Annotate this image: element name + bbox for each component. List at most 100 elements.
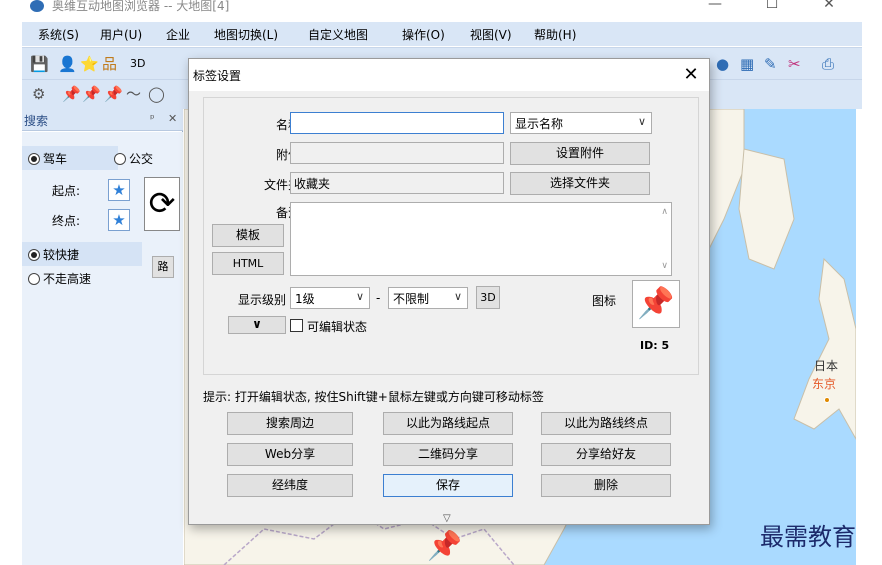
- route-nohighway-radio[interactable]: 不走高速: [28, 270, 91, 287]
- scroll-up-icon[interactable]: ∧: [661, 207, 668, 217]
- edit-pen-icon[interactable]: ✎: [764, 56, 777, 72]
- editable-label: 可编辑状态: [307, 320, 368, 334]
- coordinates-button[interactable]: 经纬度: [227, 474, 353, 497]
- building-icon[interactable]: 品: [102, 56, 117, 72]
- menu-custom-map[interactable]: 自定义地图: [308, 26, 368, 43]
- menu-map-switch[interactable]: 地图切换(L): [214, 26, 278, 43]
- menu-enterprise[interactable]: 企业: [166, 26, 190, 43]
- korea-shape: [738, 148, 795, 270]
- mode-bus-radio[interactable]: 公交: [114, 150, 153, 167]
- radio-unchecked-icon: [28, 273, 40, 285]
- minimize-button[interactable]: —: [700, 0, 730, 16]
- choose-folder-button[interactable]: 选择文件夹: [510, 172, 650, 195]
- radio-checked-icon: [28, 249, 40, 261]
- app-title: 奥维互动地图浏览器 -- 大地图[4]: [52, 0, 230, 13]
- chevron-down-icon: ∨: [453, 290, 462, 303]
- swap-route-button[interactable]: ⟳: [144, 177, 180, 231]
- label-settings-group: 名称 显示名称 ∨ 附件 设置附件 文件夹 收藏夹 选择文件夹 备注 模板 HTM…: [203, 97, 699, 375]
- app-titlebar: 奥维互动地图浏览器 -- 大地图[4] — ☐ ✕: [0, 0, 882, 18]
- user-icon[interactable]: 👤: [58, 56, 77, 72]
- 3d-button[interactable]: 3D: [476, 286, 500, 309]
- panel-close-icon[interactable]: ✕: [168, 112, 177, 125]
- id-text: ID: 5: [640, 339, 670, 352]
- radio-unchecked-icon: [114, 153, 126, 165]
- dialog-close-button[interactable]: ✕: [679, 63, 703, 87]
- route-fast-label: 较快捷: [43, 248, 80, 262]
- note-textarea[interactable]: ∧ ∨: [290, 202, 672, 276]
- delete-button[interactable]: 删除: [541, 474, 671, 497]
- pin-yellow-icon[interactable]: 📌: [62, 86, 81, 102]
- more-options-button[interactable]: ∨: [228, 316, 286, 334]
- label-settings-dialog: 标签设置 ✕ 名称 显示名称 ∨ 附件 设置附件 文件夹 收藏夹 选择文件夹 备注…: [188, 58, 710, 525]
- circle-icon[interactable]: ◯: [148, 86, 165, 102]
- globe-icon[interactable]: ●: [716, 56, 729, 72]
- print-icon[interactable]: ⎙: [822, 56, 834, 72]
- favorite-star-icon[interactable]: ⭐: [80, 56, 99, 72]
- menu-view[interactable]: 视图(V): [470, 26, 512, 43]
- attachment-input[interactable]: [290, 142, 504, 164]
- display-mode-select[interactable]: 显示名称 ∨: [510, 112, 652, 134]
- display-mode-value: 显示名称: [515, 117, 564, 131]
- qrcode-share-button[interactable]: 二维码分享: [383, 443, 513, 466]
- search-panel-header: 搜索 ᵖ ✕: [22, 109, 183, 131]
- settings-gear-icon[interactable]: ⚙: [32, 86, 45, 102]
- level-from-value: 1级: [295, 292, 315, 306]
- template-button[interactable]: 模板: [212, 224, 284, 247]
- polyline-icon[interactable]: 〜: [126, 86, 141, 102]
- save-button[interactable]: 保存: [383, 474, 513, 497]
- tip-text: 提示: 打开编辑状态, 按住Shift键+鼠标左键或方向键可移动标签: [203, 390, 544, 404]
- save-icon[interactable]: 💾: [30, 56, 49, 72]
- menu-system[interactable]: 系统(S): [38, 26, 79, 43]
- japan-shape: [793, 257, 856, 441]
- menu-operate[interactable]: 操作(O): [402, 26, 445, 43]
- end-label: 终点:: [52, 214, 81, 228]
- search-panel: 搜索 ᵖ ✕ 驾车 公交 起点: ★ 终点: ★ ⟳ 较快捷 不走高速 路: [22, 109, 183, 565]
- set-route-start-button[interactable]: 以此为路线起点: [383, 412, 513, 435]
- icon-picker[interactable]: 📌: [632, 280, 680, 328]
- start-point-star-button[interactable]: ★: [108, 179, 130, 201]
- name-input[interactable]: [290, 112, 504, 134]
- level-to-select[interactable]: 不限制 ∨: [388, 287, 468, 309]
- close-window-button[interactable]: ✕: [814, 0, 844, 16]
- radio-checked-icon: [28, 153, 40, 165]
- set-route-end-button[interactable]: 以此为路线终点: [541, 412, 671, 435]
- html-button[interactable]: HTML: [212, 252, 284, 275]
- mode-drive-radio[interactable]: 驾车: [28, 150, 67, 167]
- scroll-down-icon[interactable]: ∨: [661, 261, 668, 271]
- watermark-text: 最需教育: [760, 523, 856, 551]
- menu-help[interactable]: 帮助(H): [534, 26, 576, 43]
- search-panel-title: 搜索: [24, 114, 49, 128]
- route-fast-radio[interactable]: 较快捷: [28, 246, 79, 263]
- map-label-japan: 日本: [814, 359, 839, 373]
- app-logo-icon: [30, 0, 44, 12]
- set-attachment-button[interactable]: 设置附件: [510, 142, 650, 165]
- menu-bar: 系统(S) 用户(U) 企业 地图切换(L) 自定义地图 操作(O) 视图(V)…: [22, 22, 862, 46]
- level-from-select[interactable]: 1级 ∨: [290, 287, 370, 309]
- web-share-button[interactable]: Web分享: [227, 443, 353, 466]
- pin-gold-icon[interactable]: 📌: [104, 86, 123, 102]
- start-label: 起点:: [52, 184, 81, 198]
- mode-drive-label: 驾车: [43, 152, 68, 166]
- pin-orange-icon[interactable]: 📌: [82, 86, 101, 102]
- 3d-view-icon[interactable]: 3D: [130, 56, 145, 72]
- tokyo-city-dot: [824, 397, 830, 403]
- chevron-down-icon: ∨: [355, 290, 364, 303]
- search-nearby-button[interactable]: 搜索周边: [227, 412, 353, 435]
- folder-input[interactable]: 收藏夹: [290, 172, 504, 194]
- panel-pin-icon[interactable]: ᵖ: [150, 112, 155, 125]
- layer-icon[interactable]: ▦: [740, 56, 754, 72]
- route-search-button[interactable]: 路: [152, 256, 174, 278]
- dialog-title: 标签设置: [193, 69, 242, 83]
- scissors-icon[interactable]: ✂: [788, 56, 801, 72]
- share-friend-button[interactable]: 分享给好友: [541, 443, 671, 466]
- search-panel-body: 驾车 公交 起点: ★ 终点: ★ ⟳ 较快捷 不走高速 路: [22, 132, 183, 565]
- expand-arrow-icon[interactable]: ▽: [443, 513, 451, 524]
- map-marker-pin-icon[interactable]: 📌: [427, 529, 462, 562]
- end-point-star-button[interactable]: ★: [108, 209, 130, 231]
- maximize-button[interactable]: ☐: [757, 0, 787, 16]
- level-range-dash: -: [376, 291, 381, 305]
- editable-checkbox[interactable]: [290, 319, 303, 332]
- menu-user[interactable]: 用户(U): [100, 26, 142, 43]
- map-label-tokyo: 东京: [812, 377, 837, 391]
- display-level-label: 显示级别: [237, 293, 286, 307]
